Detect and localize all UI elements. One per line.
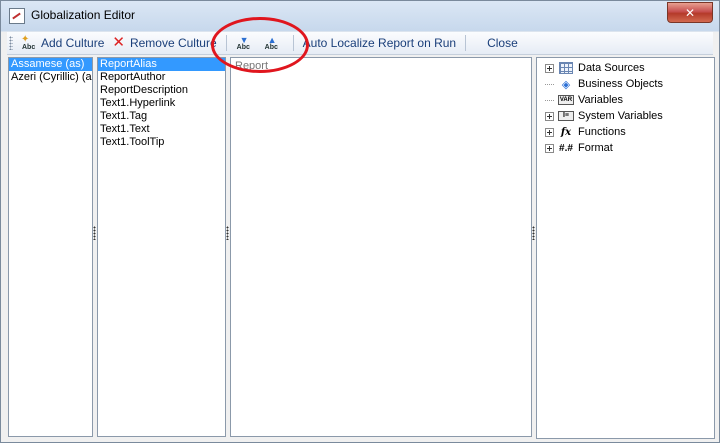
tree-line [545,99,554,101]
culture-item[interactable]: Azeri (Cyrillic) (az [9,71,92,84]
toolbar-separator [225,35,227,51]
toolbar-separator [465,35,467,51]
dictionary-node-label: Data Sources [578,62,645,74]
variables-icon: VAR [558,95,574,105]
system-variables-icon: I≡ [558,110,574,122]
format-icon: #.# [559,142,573,154]
remove-culture-button[interactable]: ✕ Remove Culture [108,33,220,53]
expand-icon[interactable] [545,63,554,73]
remove-culture-label: Remove Culture [129,36,217,50]
data-sources-icon [558,62,574,74]
tree-line [545,83,554,85]
toolbar-grip-icon[interactable] [9,36,13,50]
close-button[interactable]: Close [483,33,522,53]
window-title: Globalization Editor [31,8,136,22]
expand-icon[interactable] [545,111,554,121]
dictionary-node[interactable]: #.# Format [537,140,714,156]
toolbar: ✦ Abc Add Culture ✕ Remove Culture ▼ Abc ▲… [7,32,713,55]
property-item[interactable]: Text1.Text [98,123,225,136]
add-culture-button[interactable]: ✦ Abc Add Culture [17,33,108,53]
dictionary-node[interactable]: ◈ Business Objects [537,76,714,92]
dictionary-node-label: Functions [578,126,626,138]
editor-text[interactable]: Report [235,60,268,72]
title-bar[interactable]: Globalization Editor ✕ [1,1,719,31]
globalization-editor-window: Globalization Editor ✕ ✦ Abc Add Culture … [0,0,720,443]
text-editor[interactable]: Report [230,57,532,437]
property-item[interactable]: Text1.Tag [98,110,225,123]
dictionary-tree[interactable]: Data Sources ◈ Business Objects VAR Variable… [536,57,715,439]
splitter-handle-2[interactable] [226,226,229,240]
property-item[interactable]: ReportAlias [98,58,225,71]
dictionary-node[interactable]: fx Functions [537,124,714,140]
remove-culture-icon: ✕ [112,34,125,51]
dictionary-node-label: Format [578,142,613,154]
add-culture-icon: ✦ Abc [21,34,36,51]
dictionary-node-label: Variables [578,94,624,106]
dictionary-node[interactable]: VAR Variables [537,92,714,108]
functions-icon: fx [560,126,572,138]
auto-localize-button[interactable]: Auto Localize Report on Run [299,33,460,53]
move-up-button[interactable]: ▲ Abc [260,33,288,53]
business-objects-icon: ◈ [561,78,571,91]
property-item[interactable]: Text1.ToolTip [98,136,225,149]
expand-icon[interactable] [545,143,554,153]
window-close-button[interactable]: ✕ [667,2,713,23]
add-culture-label: Add Culture [41,36,105,50]
dictionary-node-label: System Variables [578,110,663,122]
dictionary-node-label: Business Objects [578,78,663,90]
move-down-icon: ▼ Abc [236,35,250,51]
splitter-handle-3[interactable] [532,226,535,240]
property-item[interactable]: Text1.Hyperlink [98,97,225,110]
property-item[interactable]: ReportAuthor [98,71,225,84]
dictionary-node[interactable]: Data Sources [537,60,714,76]
cultures-list[interactable]: Assamese (as) Azeri (Cyrillic) (az [8,57,93,437]
toolbar-separator [292,35,294,51]
dictionary-node[interactable]: I≡ System Variables [537,108,714,124]
culture-item[interactable]: Assamese (as) [9,58,92,71]
expand-icon[interactable] [545,127,554,137]
splitter-handle-1[interactable] [93,226,96,240]
move-down-button[interactable]: ▼ Abc [232,33,260,53]
move-up-icon: ▲ Abc [264,35,278,51]
property-item[interactable]: ReportDescription [98,84,225,97]
app-icon [9,8,25,24]
properties-list[interactable]: ReportAlias ReportAuthor ReportDescription… [97,57,226,437]
